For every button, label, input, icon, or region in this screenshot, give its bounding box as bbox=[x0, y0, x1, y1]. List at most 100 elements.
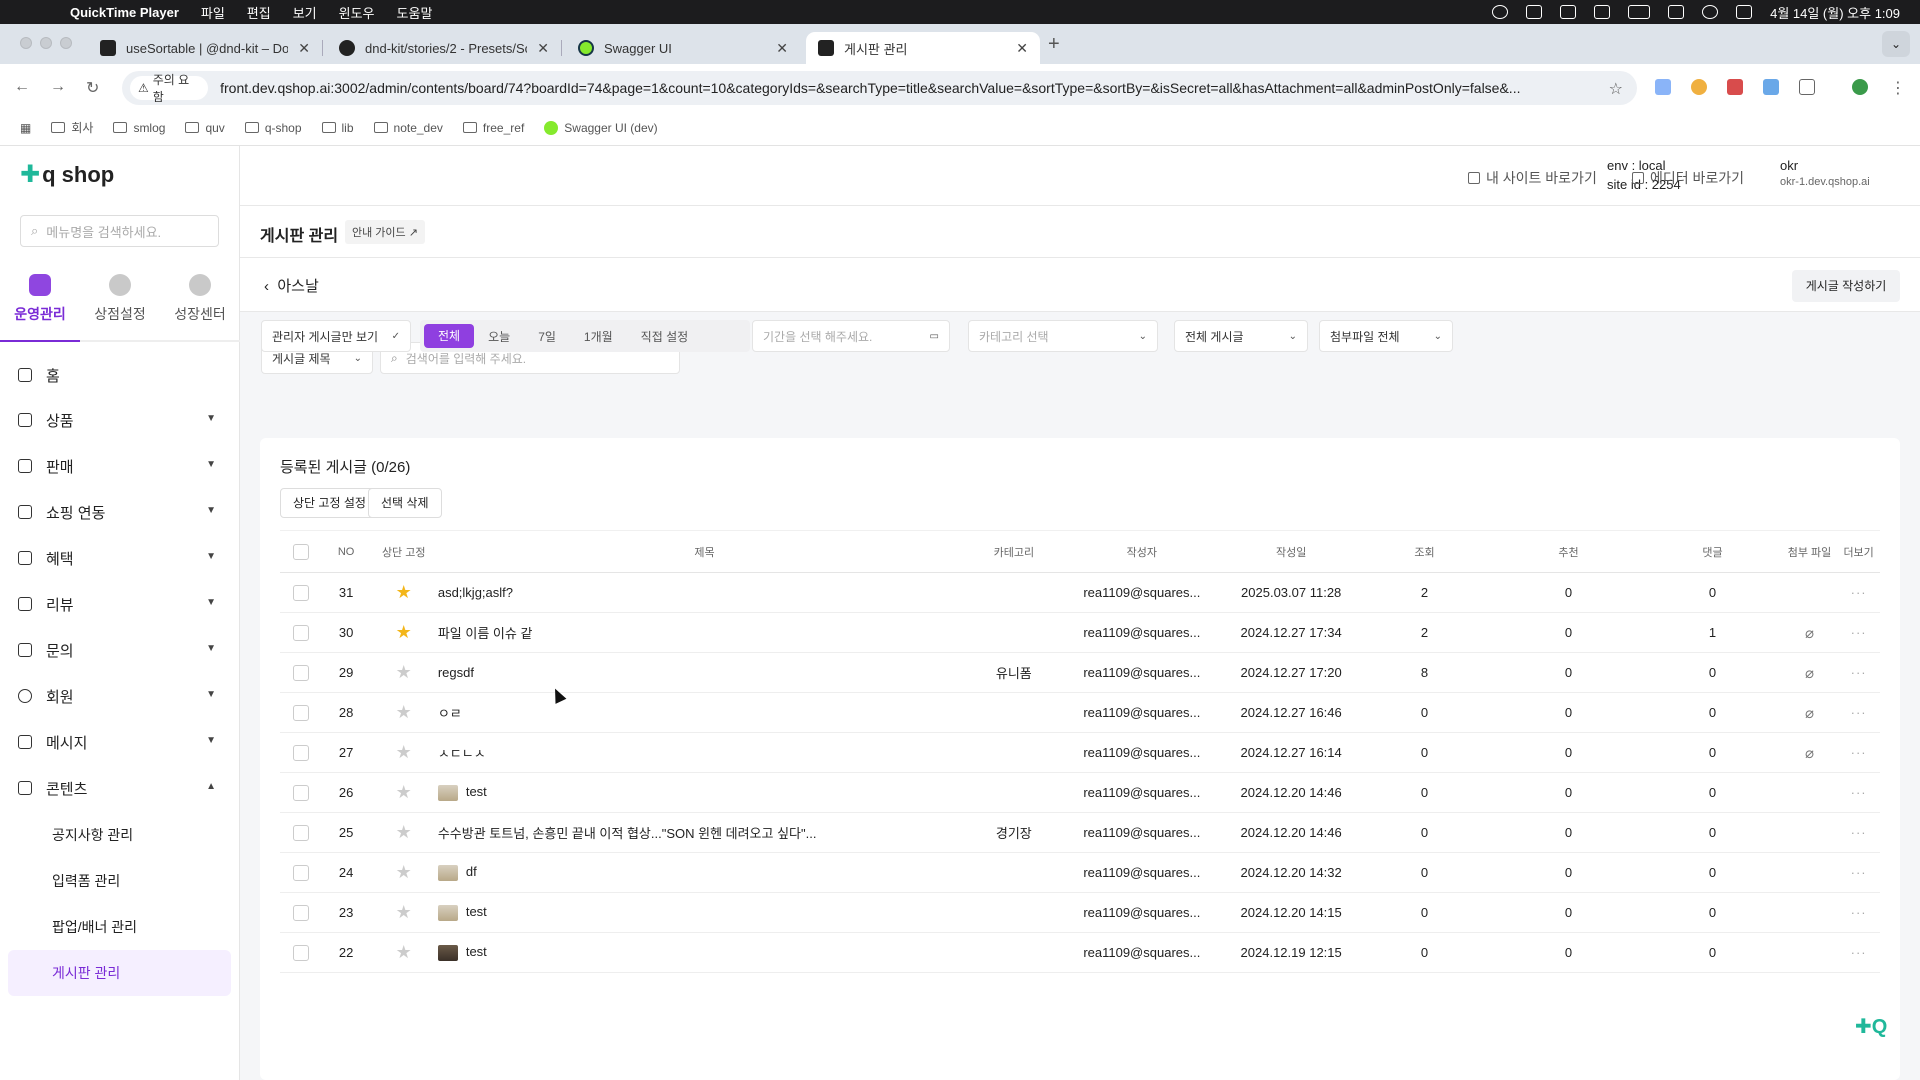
select-all-checkbox[interactable] bbox=[293, 543, 310, 560]
select-all-cell[interactable] bbox=[280, 530, 323, 573]
cell-pinned[interactable]: ★ bbox=[369, 652, 438, 693]
star-icon[interactable]: ★ bbox=[396, 822, 412, 842]
row-select-cell[interactable] bbox=[280, 572, 323, 613]
new-tab-button[interactable]: + bbox=[1048, 33, 1060, 56]
cell-pinned[interactable]: ★ bbox=[369, 812, 438, 853]
clock[interactable]: 4월 14일 (월) 오후 1:09 bbox=[1770, 3, 1900, 22]
sidebar-item-benefits[interactable]: 혜택 ▼ bbox=[18, 543, 222, 573]
back-icon[interactable]: ← bbox=[14, 78, 30, 96]
more-icon[interactable]: ··· bbox=[1851, 585, 1867, 600]
sidebar-item-messages[interactable]: 메시지 ▼ bbox=[18, 727, 222, 757]
close-icon[interactable]: ✕ bbox=[298, 40, 310, 57]
cell-title[interactable]: test bbox=[437, 772, 972, 813]
cell-more[interactable]: ··· bbox=[1837, 692, 1880, 733]
tab-search-button[interactable]: ⌄ bbox=[1882, 31, 1910, 57]
security-warning[interactable]: ⚠ 주의 요함 bbox=[130, 73, 209, 104]
submenu-popup-banner[interactable]: 팝업/배너 관리 bbox=[52, 917, 137, 937]
translate-icon[interactable] bbox=[1655, 79, 1671, 95]
table-row[interactable]: 25 ★ 수수방관 토트넘, 손흥민 끝내 이적 협상..."SON 윈헨 데려오고… bbox=[280, 812, 1880, 853]
post-title[interactable]: test bbox=[466, 904, 487, 919]
cell-title[interactable]: ㅇㄹ bbox=[437, 692, 972, 733]
menu-edit[interactable]: 편집 bbox=[247, 3, 271, 22]
post-title[interactable]: 수수방관 토트넘, 손흥민 끝내 이적 협상..."SON 윈헨 데려오고 싶다… bbox=[438, 826, 817, 841]
more-icon[interactable]: ··· bbox=[1851, 625, 1867, 640]
editor-link[interactable]: 에디터 바로가기 bbox=[1632, 168, 1744, 188]
more-icon[interactable]: ··· bbox=[1851, 785, 1867, 800]
paperclip-icon[interactable]: ⌀ bbox=[1805, 745, 1814, 762]
cell-pinned[interactable]: ★ bbox=[369, 932, 438, 973]
cell-title[interactable]: ㅅㄷㄴㅅ bbox=[437, 732, 972, 773]
row-select-cell[interactable] bbox=[280, 852, 323, 893]
tab-swagger[interactable]: Swagger UI ✕ bbox=[566, 32, 800, 64]
col-attachment[interactable]: 첨부 파일 bbox=[1781, 530, 1838, 573]
profile-avatar[interactable] bbox=[1852, 79, 1868, 95]
cell-title[interactable]: test bbox=[437, 932, 972, 973]
menu-window[interactable]: 윈도우 bbox=[339, 3, 375, 22]
period-custom[interactable]: 직접 설정 bbox=[627, 328, 703, 345]
bookmark-folder[interactable]: lib bbox=[321, 121, 354, 135]
category-select[interactable]: 카테고리 선택 ⌄ bbox=[968, 320, 1158, 352]
cell-pinned[interactable]: ★ bbox=[369, 692, 438, 733]
sidebar-item-members[interactable]: 회원 ▼ bbox=[18, 681, 222, 711]
bookmark-folder[interactable]: quv bbox=[185, 121, 225, 135]
cell-attachment[interactable] bbox=[1781, 932, 1838, 973]
star-icon[interactable]: ★ bbox=[396, 742, 412, 762]
chat-icon[interactable] bbox=[1560, 5, 1577, 19]
spotlight-icon[interactable] bbox=[1702, 5, 1719, 19]
record-icon[interactable] bbox=[1492, 5, 1509, 19]
row-select-cell[interactable] bbox=[280, 732, 323, 773]
bookmark-swagger[interactable]: Swagger UI (dev) bbox=[544, 120, 658, 135]
qshop-logo[interactable]: ✚ q shop bbox=[20, 160, 114, 189]
post-title[interactable]: ㅇㄹ bbox=[438, 706, 462, 721]
star-icon[interactable]: ★ bbox=[396, 622, 412, 642]
row-select-cell[interactable] bbox=[280, 692, 323, 733]
puzzle-icon[interactable] bbox=[1799, 79, 1815, 95]
row-checkbox[interactable] bbox=[293, 664, 310, 681]
row-select-cell[interactable] bbox=[280, 812, 323, 853]
floating-help-button[interactable]: ✚Q bbox=[1855, 1014, 1887, 1039]
notion-icon[interactable] bbox=[1526, 5, 1543, 19]
col-views[interactable]: 조회 bbox=[1355, 530, 1494, 573]
window-controls[interactable] bbox=[20, 37, 72, 49]
more-icon[interactable]: ··· bbox=[1851, 865, 1867, 880]
menu-view[interactable]: 보기 bbox=[293, 3, 317, 22]
attachment-select[interactable]: 첨부파일 전체 ⌄ bbox=[1319, 320, 1453, 352]
more-icon[interactable]: ··· bbox=[1851, 665, 1867, 680]
row-select-cell[interactable] bbox=[280, 932, 323, 973]
bookmark-folder[interactable]: free_ref bbox=[462, 121, 524, 135]
table-row[interactable]: 24 ★ df rea1109@squares... 2024.12.20 14:32 0… bbox=[280, 852, 1880, 893]
battery-icon[interactable] bbox=[1628, 5, 1651, 19]
submenu-notice[interactable]: 공지사항 관리 bbox=[52, 825, 133, 845]
post-title[interactable]: regsdf bbox=[438, 665, 474, 680]
col-comments[interactable]: 댓글 bbox=[1643, 530, 1782, 573]
paperclip-icon[interactable]: ⌀ bbox=[1805, 705, 1814, 722]
star-icon[interactable]: ★ bbox=[396, 862, 412, 882]
close-icon[interactable]: ✕ bbox=[776, 40, 788, 57]
cell-title[interactable]: asd;lkjg;aslf? bbox=[437, 572, 972, 613]
table-row[interactable]: 30 ★ 파일 이름 이슈 같 rea1109@squares... 2024.12.2… bbox=[280, 612, 1880, 653]
row-select-cell[interactable] bbox=[280, 772, 323, 813]
row-checkbox[interactable] bbox=[293, 584, 310, 601]
post-title[interactable]: 파일 이름 이슈 같 bbox=[438, 626, 533, 641]
cell-attachment[interactable] bbox=[1781, 852, 1838, 893]
sidebar-item-inquiries[interactable]: 문의 ▼ bbox=[18, 635, 222, 665]
pin-top-button[interactable]: 상단 고정 설정 bbox=[280, 488, 379, 518]
bookmark-folder[interactable]: q-shop bbox=[244, 121, 302, 135]
more-icon[interactable]: ··· bbox=[1851, 945, 1867, 960]
cell-title[interactable]: regsdf bbox=[437, 652, 972, 693]
row-checkbox[interactable] bbox=[293, 744, 310, 761]
row-checkbox[interactable] bbox=[293, 784, 310, 801]
post-title[interactable]: test bbox=[466, 784, 487, 799]
col-pinned[interactable]: 상단 고정 bbox=[369, 530, 438, 573]
cell-title[interactable]: test bbox=[437, 892, 972, 933]
period-7d[interactable]: 7일 bbox=[524, 328, 570, 345]
write-post-button[interactable]: 게시글 작성하기 bbox=[1792, 270, 1900, 302]
cell-more[interactable]: ··· bbox=[1837, 852, 1880, 893]
star-icon[interactable]: ★ bbox=[396, 902, 412, 922]
guide-link[interactable]: 안내 가이드 ↗ bbox=[345, 220, 425, 244]
menu-file[interactable]: 파일 bbox=[201, 3, 225, 22]
sidebar-item-sales[interactable]: 판매 ▼ bbox=[18, 451, 222, 481]
delete-selected-button[interactable]: 선택 삭제 bbox=[368, 488, 442, 518]
cell-attachment[interactable]: ⌀ bbox=[1781, 652, 1838, 693]
row-checkbox[interactable] bbox=[293, 704, 310, 721]
